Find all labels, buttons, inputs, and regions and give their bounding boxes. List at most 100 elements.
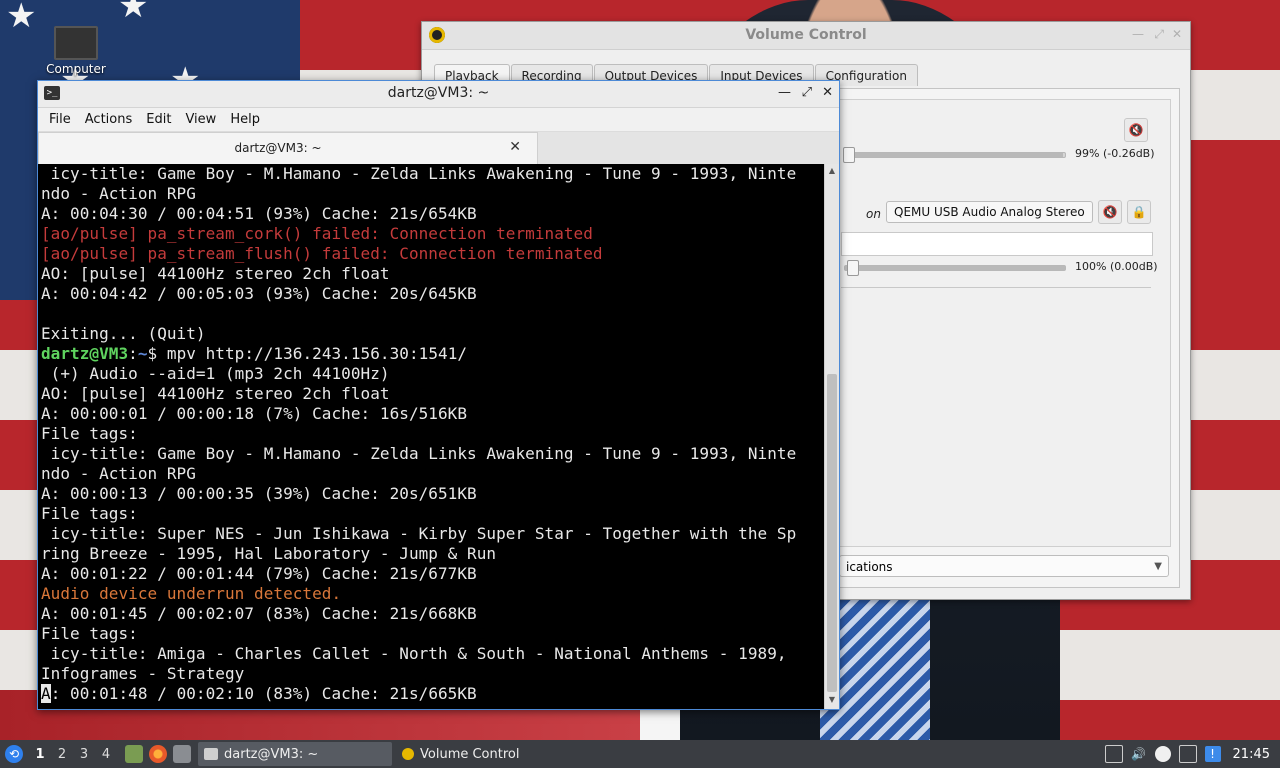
terminal-line: AO: [pulse] 44100Hz stereo 2ch float (41, 264, 390, 283)
window-title: Volume Control (745, 27, 867, 43)
on-label: on (866, 207, 881, 221)
output-device-button[interactable]: QEMU USB Audio Analog Stereo (886, 201, 1093, 223)
terminal-line: icy-title: Amiga - Charles Callet - Nort… (41, 644, 787, 663)
terminal-tabbar: dartz@VM3: ~ ✕ (38, 132, 839, 164)
terminal-tab[interactable]: dartz@VM3: ~ ✕ (38, 132, 538, 164)
stream-separator (841, 287, 1151, 288)
mute-toggle-icon[interactable]: 🔇 (1124, 118, 1148, 142)
terminal-line: ndo - Action RPG (41, 464, 196, 483)
minimize-icon[interactable]: — (1132, 27, 1144, 41)
stream1-volume-slider[interactable] (843, 147, 1066, 163)
terminal-line: A: 00:00:13 / 00:00:35 (39%) Cache: 20s/… (41, 484, 477, 503)
terminal-line: A: 00:04:30 / 00:04:51 (93%) Cache: 21s/… (41, 204, 477, 223)
terminal-line: AO: [pulse] 44100Hz stereo 2ch float (41, 384, 390, 403)
terminal-line: File tags: (41, 624, 138, 643)
task-label: Volume Control (420, 746, 520, 762)
workspace-2[interactable]: 2 (51, 747, 73, 762)
minimize-icon[interactable]: — (778, 85, 791, 100)
menu-view[interactable]: View (178, 112, 223, 127)
terminal-line: ndo - Action RPG (41, 184, 196, 203)
close-icon[interactable]: ✕ (822, 85, 833, 100)
terminal-line-text: : 00:01:48 / 00:02:10 (83%) Cache: 21s/6… (50, 684, 477, 703)
terminal-menubar: File Actions Edit View Help (38, 108, 839, 132)
menu-file[interactable]: File (42, 112, 78, 127)
prompt-user: dartz@VM3 (41, 344, 129, 363)
terminal-scrollbar[interactable]: ▲ ▼ (824, 164, 839, 709)
workspace-4[interactable]: 4 (95, 747, 117, 762)
scrollbar-thumb[interactable] (827, 374, 837, 692)
terminal-line: File tags: (41, 504, 138, 523)
file-manager-icon[interactable] (125, 745, 143, 763)
show-desktop-icon[interactable] (173, 745, 191, 763)
stream-name-field[interactable] (841, 232, 1153, 256)
terminal-line: A: 00:04:42 / 00:05:03 (93%) Cache: 20s/… (41, 284, 477, 303)
stream1-volume-label: 99% (-0.26dB) (1075, 147, 1155, 160)
maximize-icon[interactable]: ⤢ (802, 85, 812, 100)
terminal-line: Audio device underrun detected. (41, 584, 342, 603)
computer-icon (54, 26, 98, 60)
task-terminal[interactable]: dartz@VM3: ~ (198, 742, 392, 766)
volume-icon[interactable]: 🔊 (1131, 746, 1147, 762)
menu-actions[interactable]: Actions (78, 112, 140, 127)
clock[interactable]: 21:45 (1233, 747, 1270, 762)
terminal-line: [ao/pulse] pa_stream_cork() failed: Conn… (41, 224, 593, 243)
star-icon: ★ (118, 0, 149, 26)
terminal-line: dartz@VM3:~$ mpv http://136.243.156.30:1… (38, 344, 824, 364)
display-icon[interactable] (1178, 745, 1197, 763)
lock-icon[interactable]: 🔒 (1127, 200, 1151, 224)
terminal-line: (+) Audio --aid=1 (mp3 2ch 44100Hz) (41, 364, 390, 383)
terminal-line: Exiting... (Quit) (41, 324, 206, 343)
menu-help[interactable]: Help (223, 112, 267, 127)
taskbar: ⟲ 1 2 3 4 dartz@VM3: ~ Volume Control 🔊 … (0, 740, 1280, 768)
prompt-path: ~ (137, 344, 148, 363)
stream1-slider-handle[interactable] (843, 147, 855, 163)
scroll-up-icon[interactable]: ▲ (825, 166, 839, 178)
terminal-line: A: 00:01:22 / 00:01:44 (79%) Cache: 21s/… (41, 564, 477, 583)
terminal-line: A: 00:01:48 / 00:02:10 (83%) Cache: 21s/… (38, 684, 824, 704)
prompt-command: $ mpv http://136.243.156.30:1541/ (147, 344, 468, 363)
close-tab-icon[interactable]: ✕ (509, 139, 521, 155)
star-icon: ★ (6, 0, 37, 36)
task-label: dartz@VM3: ~ (224, 746, 319, 762)
maximize-icon[interactable]: ⤢ (1154, 27, 1164, 42)
desktop-icon-computer[interactable]: Computer (40, 22, 112, 76)
workspace-switcher: 1 2 3 4 (29, 747, 117, 762)
stream2-slider-handle[interactable] (847, 260, 859, 276)
terminal-line: A: 00:00:01 / 00:00:18 (7%) Cache: 16s/5… (41, 404, 468, 423)
scroll-down-icon[interactable]: ▼ (825, 695, 839, 707)
menu-edit[interactable]: Edit (139, 112, 178, 127)
terminal-line: Infogrames - Strategy (41, 664, 245, 683)
stream2-volume-slider[interactable] (844, 260, 1066, 276)
clipboard-icon[interactable] (1154, 746, 1171, 762)
task-volume-control[interactable]: Volume Control (396, 742, 578, 766)
show-filter-select[interactable]: ications ▼ (839, 555, 1169, 577)
terminal-line: icy-title: Game Boy - M.Hamano - Zelda L… (41, 444, 797, 463)
workspace-1[interactable]: 1 (29, 747, 51, 762)
mute-toggle-icon[interactable]: 🔇 (1098, 200, 1122, 224)
volume-control-titlebar[interactable]: Volume Control — ⤢ ✕ (422, 22, 1190, 50)
firefox-icon[interactable] (149, 745, 167, 763)
terminal-titlebar[interactable]: >_ dartz@VM3: ~ — ⤢ ✕ (38, 81, 839, 108)
chevron-down-icon: ▼ (1154, 561, 1162, 572)
terminal-icon (204, 748, 218, 760)
start-menu-icon[interactable]: ⟲ (5, 745, 23, 763)
terminal-tab-label: dartz@VM3: ~ (234, 141, 322, 155)
close-icon[interactable]: ✕ (1172, 27, 1182, 41)
stream1-volume-fill (845, 153, 1063, 157)
speaker-icon (402, 748, 414, 760)
terminal-line: icy-title: Super NES - Jun Ishikawa - Ki… (41, 524, 797, 543)
stream2-volume-label: 100% (0.00dB) (1075, 260, 1158, 273)
network-icon[interactable] (1104, 745, 1123, 763)
terminal-line: A: 00:01:45 / 00:02:07 (83%) Cache: 21s/… (41, 604, 477, 623)
terminal-line: ring Breeze - 1995, Hal Laboratory - Jum… (41, 544, 497, 563)
prompt-separator: : (128, 344, 138, 363)
stream2-volume-fill (845, 266, 1065, 270)
workspace-3[interactable]: 3 (73, 747, 95, 762)
desktop-icon-label: Computer (46, 62, 106, 76)
terminal-window: >_ dartz@VM3: ~ — ⤢ ✕ File Actions Edit … (37, 80, 840, 710)
show-filter-value: ications (846, 560, 893, 574)
text-cursor: A (41, 684, 51, 703)
terminal-output[interactable]: icy-title: Game Boy - M.Hamano - Zelda L… (38, 164, 824, 709)
notification-icon[interactable]: ! (1204, 746, 1221, 762)
